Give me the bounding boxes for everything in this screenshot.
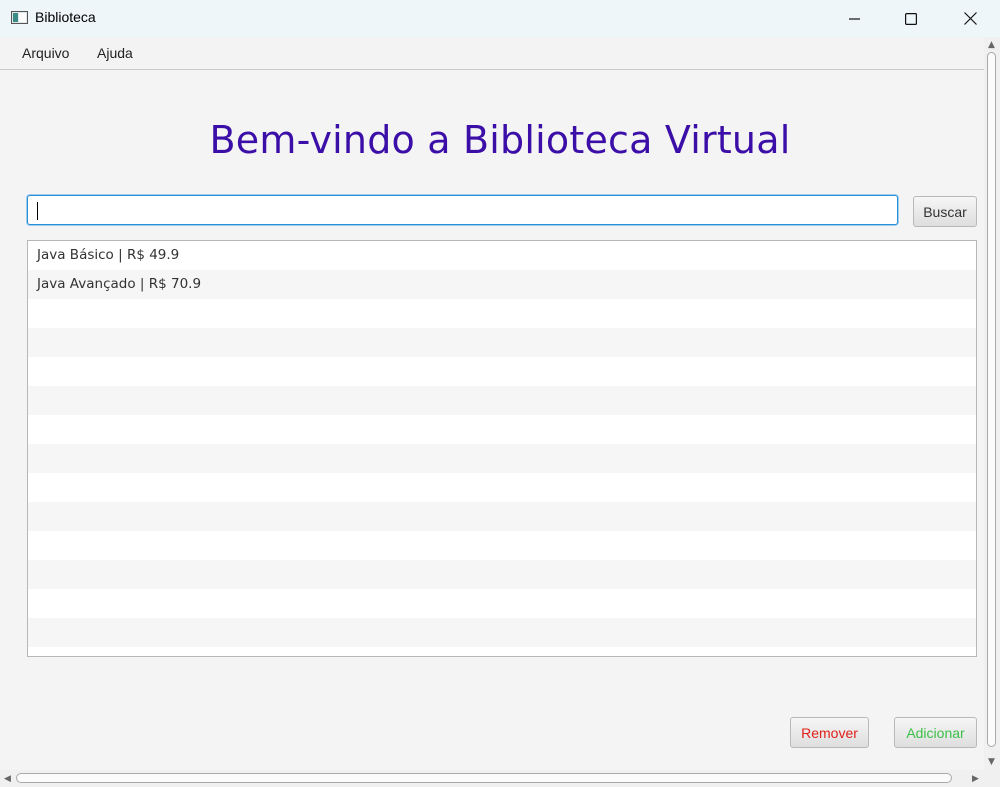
close-icon	[963, 12, 977, 25]
empty-list-row	[28, 299, 976, 328]
menu-bar: Arquivo Ajuda	[0, 37, 984, 70]
scroll-right-icon[interactable]: ▶	[972, 774, 979, 784]
empty-list-row	[28, 560, 976, 589]
vertical-scrollbar[interactable]: ▲ ▼	[984, 37, 1000, 770]
horizontal-scroll-thumb[interactable]	[16, 773, 952, 783]
empty-list-row	[28, 386, 976, 415]
empty-list-row	[28, 502, 976, 531]
maximize-button[interactable]	[883, 0, 939, 37]
empty-list-row	[28, 531, 976, 560]
empty-list-row	[28, 357, 976, 386]
search-button[interactable]: Buscar	[913, 196, 977, 227]
minimize-icon	[849, 17, 860, 20]
scrollbar-corner	[984, 770, 1000, 787]
vertical-scroll-thumb[interactable]	[987, 52, 996, 747]
window-title: Biblioteca	[35, 9, 96, 25]
list-item[interactable]: Java Básico | R$ 49.9	[28, 241, 976, 270]
remove-button[interactable]: Remover	[790, 717, 869, 748]
menu-arquivo[interactable]: Arquivo	[22, 45, 69, 61]
minimize-button[interactable]	[827, 0, 883, 37]
app-window-icon	[11, 11, 28, 24]
page-title: Bem-vindo a Biblioteca Virtual	[209, 118, 791, 162]
scroll-up-icon[interactable]: ▲	[988, 40, 995, 50]
window-titlebar: Biblioteca	[0, 0, 1000, 37]
menu-ajuda[interactable]: Ajuda	[97, 45, 133, 61]
book-list[interactable]: Java Básico | R$ 49.9 Java Avançado | R$…	[27, 240, 977, 657]
empty-list-row	[28, 415, 976, 444]
list-item[interactable]: Java Avançado | R$ 70.9	[28, 270, 976, 299]
empty-list-row	[28, 647, 976, 656]
horizontal-scrollbar[interactable]: ◀ ▶	[0, 770, 984, 787]
scroll-left-icon[interactable]: ◀	[4, 774, 11, 784]
search-input[interactable]	[27, 195, 898, 225]
empty-list-row	[28, 589, 976, 618]
empty-list-row	[28, 473, 976, 502]
empty-list-row	[28, 444, 976, 473]
text-caret	[37, 202, 38, 220]
close-button[interactable]	[942, 0, 998, 37]
add-button[interactable]: Adicionar	[894, 717, 977, 748]
maximize-icon	[905, 12, 917, 25]
scroll-down-icon[interactable]: ▼	[988, 757, 995, 767]
empty-list-row	[28, 328, 976, 357]
empty-list-row	[28, 618, 976, 647]
